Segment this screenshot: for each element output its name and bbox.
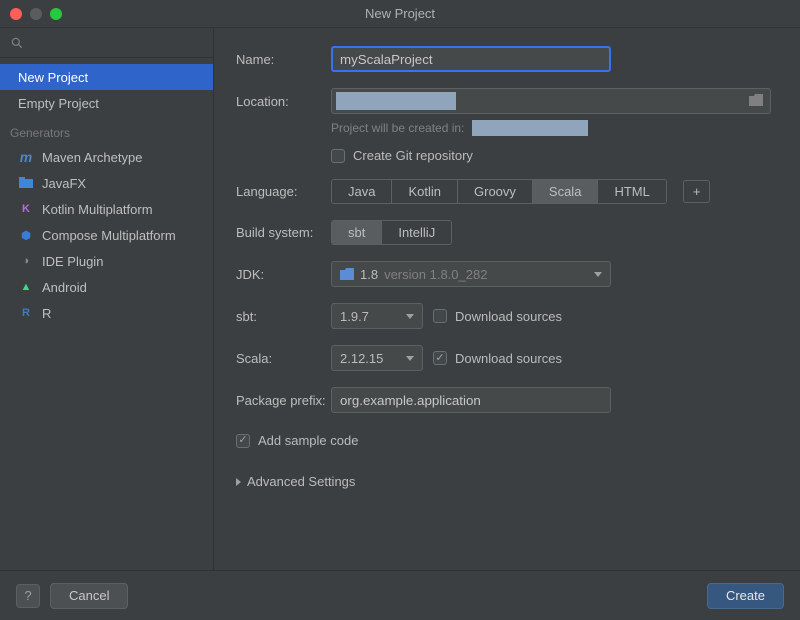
sidebar-item-ide-plugin[interactable]: ◑ IDE Plugin xyxy=(0,248,213,274)
sbt-download-sources-checkbox[interactable] xyxy=(433,309,447,323)
sbt-version-label: sbt: xyxy=(236,309,331,324)
sidebar-item-label: IDE Plugin xyxy=(42,254,103,269)
sidebar-item-empty-project[interactable]: Empty Project xyxy=(0,90,213,116)
scala-download-sources-checkbox[interactable] xyxy=(433,351,447,365)
folder-icon xyxy=(340,268,354,280)
chevron-down-icon xyxy=(406,314,414,319)
location-input[interactable] xyxy=(331,88,771,114)
sidebar-item-r[interactable]: R R xyxy=(0,300,213,326)
chevron-down-icon xyxy=(594,272,602,277)
chevron-down-icon xyxy=(406,356,414,361)
titlebar: New Project xyxy=(0,0,800,28)
scala-version-dropdown[interactable]: 2.12.15 xyxy=(331,345,423,371)
android-icon: ▲ xyxy=(18,279,34,295)
create-git-checkbox[interactable] xyxy=(331,149,345,163)
scala-version-value: 2.12.15 xyxy=(340,351,383,366)
advanced-settings-toggle[interactable]: Advanced Settings xyxy=(236,474,778,489)
sbt-version-dropdown[interactable]: 1.9.7 xyxy=(331,303,423,329)
sidebar-item-label: JavaFX xyxy=(42,176,86,191)
sidebar-item-label: Kotlin Multiplatform xyxy=(42,202,153,217)
location-hint-text: Project will be created in: xyxy=(331,121,464,135)
maven-icon: m xyxy=(18,149,34,165)
cancel-button[interactable]: Cancel xyxy=(50,583,128,609)
jdk-dropdown[interactable]: 1.8 version 1.8.0_282 xyxy=(331,261,611,287)
search-icon xyxy=(10,36,24,50)
maximize-window-icon[interactable] xyxy=(50,8,62,20)
close-window-icon[interactable] xyxy=(10,8,22,20)
lang-groovy[interactable]: Groovy xyxy=(458,180,533,203)
add-sample-code-checkbox[interactable] xyxy=(236,434,250,448)
name-label: Name: xyxy=(236,52,331,67)
lang-kotlin[interactable]: Kotlin xyxy=(392,180,458,203)
location-hint-row: Project will be created in: xyxy=(331,120,778,136)
sidebar-item-new-project[interactable]: New Project xyxy=(0,64,213,90)
sbt-version-value: 1.9.7 xyxy=(340,309,369,324)
create-git-label: Create Git repository xyxy=(353,148,473,163)
package-prefix-input[interactable] xyxy=(331,387,611,413)
sidebar-section-header: Generators xyxy=(0,116,213,144)
sidebar: New Project Empty Project Generators m M… xyxy=(0,28,214,570)
lang-java[interactable]: Java xyxy=(332,180,392,203)
sidebar-item-javafx[interactable]: JavaFX xyxy=(0,170,213,196)
add-language-button[interactable]: + xyxy=(683,180,711,203)
sidebar-search[interactable] xyxy=(0,28,213,58)
jdk-label: JDK: xyxy=(236,267,331,282)
sidebar-item-label: Empty Project xyxy=(18,96,99,111)
sbt-download-sources-label: Download sources xyxy=(455,309,562,324)
location-label: Location: xyxy=(236,94,331,109)
build-system-segmented: sbt IntelliJ xyxy=(331,220,452,245)
advanced-settings-label: Advanced Settings xyxy=(247,474,355,489)
minimize-window-icon[interactable] xyxy=(30,8,42,20)
dialog-footer: ? Cancel Create xyxy=(0,570,800,620)
plugin-icon: ◑ xyxy=(18,253,34,269)
project-name-input[interactable] xyxy=(331,46,611,72)
sidebar-item-maven-archetype[interactable]: m Maven Archetype xyxy=(0,144,213,170)
sidebar-item-android[interactable]: ▲ Android xyxy=(0,274,213,300)
language-segmented: Java Kotlin Groovy Scala HTML xyxy=(331,179,667,204)
main-panel: Name: Location: xyxy=(214,28,800,570)
redacted-target-path xyxy=(472,120,588,136)
compose-icon: ⬢ xyxy=(18,227,34,243)
package-prefix-label: Package prefix: xyxy=(236,393,331,408)
lang-html[interactable]: HTML xyxy=(598,180,665,203)
build-system-label: Build system: xyxy=(236,225,331,240)
scala-version-label: Scala: xyxy=(236,351,331,366)
kotlin-icon: K xyxy=(18,201,34,217)
help-button[interactable]: ? xyxy=(16,584,40,608)
sidebar-item-compose-multiplatform[interactable]: ⬢ Compose Multiplatform xyxy=(0,222,213,248)
build-intellij[interactable]: IntelliJ xyxy=(382,221,451,244)
language-label: Language: xyxy=(236,184,331,199)
add-sample-code-label: Add sample code xyxy=(258,433,358,448)
create-button[interactable]: Create xyxy=(707,583,784,609)
redacted-path xyxy=(336,92,456,110)
build-sbt[interactable]: sbt xyxy=(332,221,382,244)
folder-icon[interactable] xyxy=(749,94,763,106)
window-title: New Project xyxy=(10,6,790,21)
sidebar-item-label: Compose Multiplatform xyxy=(42,228,176,243)
chevron-right-icon xyxy=(236,478,241,486)
sidebar-item-label: New Project xyxy=(18,70,88,85)
javafx-icon xyxy=(18,175,34,191)
jdk-value: 1.8 xyxy=(360,267,378,282)
scala-download-sources-label: Download sources xyxy=(455,351,562,366)
sidebar-item-kotlin-multiplatform[interactable]: K Kotlin Multiplatform xyxy=(0,196,213,222)
jdk-version-detail: version 1.8.0_282 xyxy=(384,267,487,282)
sidebar-item-label: Android xyxy=(42,280,87,295)
sidebar-item-label: R xyxy=(42,306,51,321)
lang-scala[interactable]: Scala xyxy=(533,180,599,203)
sidebar-nav: New Project Empty Project Generators m M… xyxy=(0,58,213,326)
r-icon: R xyxy=(18,305,34,321)
sidebar-item-label: Maven Archetype xyxy=(42,150,142,165)
